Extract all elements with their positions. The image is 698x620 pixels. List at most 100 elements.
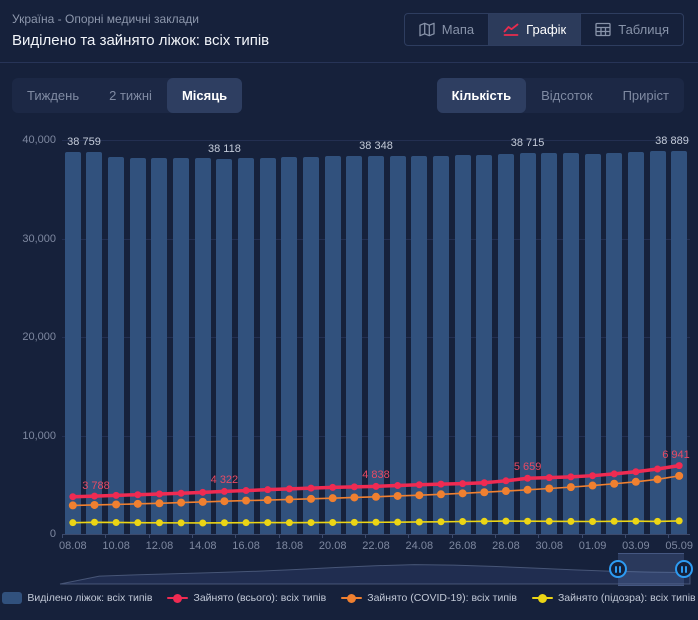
line-value-label: 4 322 [211, 474, 239, 486]
bar-allocated-beds[interactable] [238, 158, 254, 534]
tab-month[interactable]: Місяць [167, 78, 242, 113]
bar-allocated-beds[interactable] [671, 151, 687, 534]
table-icon [595, 22, 611, 37]
legend-item-occupied-suspected[interactable]: Зайнято (підозра): всіх типів [532, 592, 696, 604]
map-icon [419, 22, 435, 37]
controls-row: Тиждень 2 тижні Місяць Кількість Відсото… [12, 78, 684, 113]
legend-label: Виділено ліжок: всіх типів [27, 592, 152, 604]
y-axis-label: 40,000 [0, 134, 56, 146]
page-title: Виділено та зайнято ліжок: всіх типів [12, 32, 269, 49]
bar-allocated-beds[interactable] [281, 157, 297, 534]
bar-allocated-beds[interactable] [563, 153, 579, 534]
view-button-chart-label: Графік [526, 22, 566, 37]
bar-allocated-beds[interactable] [346, 156, 362, 534]
handle-grip [615, 566, 617, 573]
navigator-handle-right[interactable] [675, 560, 693, 578]
bar-allocated-beds[interactable] [151, 158, 167, 534]
bar-allocated-beds[interactable] [108, 157, 124, 534]
bar-allocated-beds[interactable] [498, 154, 514, 534]
view-button-map-label: Мапа [442, 22, 474, 37]
navigator-selection-window[interactable] [618, 553, 684, 586]
bar-value-label: 38 118 [208, 143, 241, 155]
x-axis-label: 30.08 [535, 540, 563, 552]
bar-allocated-beds[interactable] [303, 157, 319, 534]
bar-allocated-beds[interactable] [433, 156, 449, 534]
y-axis-label: 10,000 [0, 430, 56, 442]
legend-item-occupied-covid[interactable]: Зайнято (COVID-19): всіх типів [341, 592, 517, 604]
handle-grip [685, 566, 687, 573]
bar-allocated-beds[interactable] [585, 154, 601, 534]
tab-percent[interactable]: Відсоток [526, 78, 607, 113]
bar-allocated-beds[interactable] [195, 158, 211, 534]
period-tab-group: Тиждень 2 тижні Місяць [12, 78, 242, 113]
bar-allocated-beds[interactable] [173, 158, 189, 534]
legend-line-swatch [532, 597, 553, 600]
tab-two-weeks[interactable]: 2 тижні [94, 78, 167, 113]
x-axis-label: 20.08 [319, 540, 347, 552]
view-button-chart[interactable]: Графік [488, 14, 580, 45]
view-switcher: Мапа Графік Таблиця [404, 13, 684, 46]
breadcrumb: Україна - Опорні медичні заклади [12, 12, 199, 26]
x-axis-label: 08.08 [59, 540, 87, 552]
bar-value-label: 38 715 [511, 137, 545, 149]
bar-value-label: 38 759 [67, 136, 101, 148]
bar-allocated-beds[interactable] [628, 152, 644, 534]
chart-plot-area: 0 10,000 20,000 30,000 40,000 38 759 38 118 38 … [0, 120, 698, 560]
bar-allocated-beds[interactable] [65, 152, 81, 534]
x-axis-label: 05.09 [665, 540, 693, 552]
x-axis-label: 16.08 [232, 540, 260, 552]
x-axis-line [62, 534, 690, 535]
x-axis-label: 26.08 [449, 540, 477, 552]
x-axis-label: 10.08 [102, 540, 130, 552]
line-value-label: 5 659 [514, 461, 542, 473]
x-axis-label: 01.09 [579, 540, 607, 552]
x-axis-label: 22.08 [362, 540, 390, 552]
line-value-label: 4 838 [362, 469, 390, 481]
bar-value-label: 38 348 [359, 140, 393, 152]
x-axis-label: 24.08 [406, 540, 434, 552]
bar-value-label: 38 889 [655, 135, 689, 147]
handle-grip [619, 566, 621, 573]
view-button-table-label: Таблиця [618, 22, 669, 37]
bar-allocated-beds[interactable] [455, 155, 471, 534]
header: Україна - Опорні медичні заклади Виділен… [0, 0, 698, 63]
legend-line-swatch [341, 597, 362, 600]
line-chart-icon [503, 22, 519, 37]
legend-label: Зайнято (підозра): всіх типів [558, 592, 696, 604]
bar-allocated-beds[interactable] [260, 158, 276, 534]
line-value-label: 6 941 [662, 449, 690, 461]
y-axis-label: 20,000 [0, 331, 56, 343]
bar-allocated-beds[interactable] [650, 151, 666, 534]
bar-allocated-beds[interactable] [130, 158, 146, 534]
bar-allocated-beds[interactable] [476, 155, 492, 534]
bar-allocated-beds[interactable] [86, 152, 102, 534]
navigator-area-chart [0, 548, 698, 588]
tab-growth[interactable]: Приріст [608, 78, 684, 113]
y-axis-label: 30,000 [0, 233, 56, 245]
bar-allocated-beds[interactable] [325, 156, 341, 534]
legend-dot [173, 594, 182, 603]
line-value-label: 3 788 [82, 480, 110, 492]
tab-week[interactable]: Тиждень [12, 78, 94, 113]
bar-allocated-beds[interactable] [520, 153, 536, 534]
view-button-map[interactable]: Мапа [405, 14, 488, 45]
legend-bar-swatch [2, 592, 22, 604]
handle-grip [681, 566, 683, 573]
legend-item-allocated[interactable]: Виділено ліжок: всіх типів [2, 592, 152, 604]
chart-legend: Виділено ліжок: всіх типів Зайнято (всьо… [0, 592, 698, 604]
y-axis-label: 0 [0, 528, 56, 540]
tab-quantity[interactable]: Кількість [437, 78, 527, 113]
view-button-table[interactable]: Таблиця [580, 14, 683, 45]
legend-label: Зайнято (COVID-19): всіх типів [367, 592, 517, 604]
legend-dot [347, 594, 356, 603]
bar-allocated-beds[interactable] [411, 156, 427, 534]
bar-allocated-beds[interactable] [390, 156, 406, 534]
navigator-handle-left[interactable] [609, 560, 627, 578]
metric-tab-group: Кількість Відсоток Приріст [437, 78, 684, 113]
legend-dot [538, 594, 547, 603]
bar-allocated-beds[interactable] [541, 153, 557, 534]
x-axis-label: 28.08 [492, 540, 520, 552]
legend-item-occupied-total[interactable]: Зайнято (всього): всіх типів [167, 592, 326, 604]
x-axis-label: 14.08 [189, 540, 217, 552]
bar-allocated-beds[interactable] [606, 153, 622, 534]
